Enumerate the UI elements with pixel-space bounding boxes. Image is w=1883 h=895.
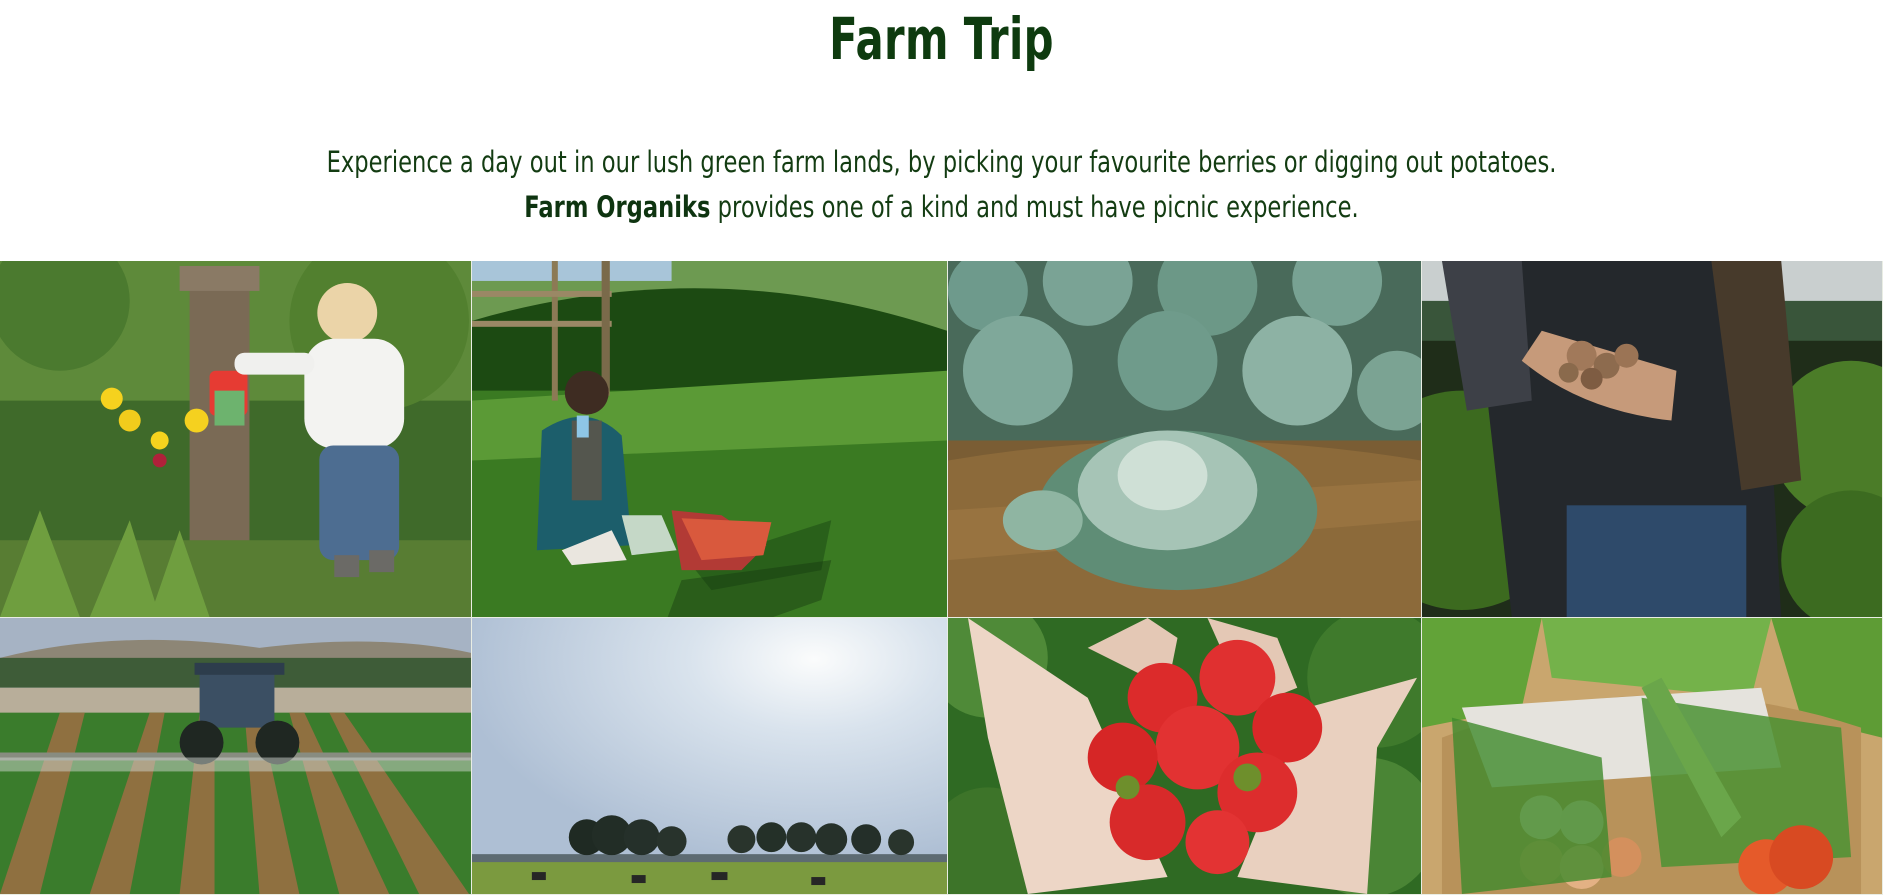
gallery-photo-cabbage-field xyxy=(948,261,1422,618)
intro-text: Experience a day out in our lush green f… xyxy=(207,140,1676,230)
gallery-photo-picnic xyxy=(472,261,948,618)
gallery-photo-basket xyxy=(1422,618,1883,895)
page-title: Farm Trip xyxy=(829,5,1054,73)
gallery-photo-strawberries xyxy=(948,618,1422,895)
gallery-photo-field-trees xyxy=(472,618,948,895)
intro-line-2-text: provides one of a kind and must have pic… xyxy=(710,190,1359,224)
farm-trip-header: Farm Trip Experience a day out in our lu… xyxy=(0,0,1883,262)
gallery-photo-potatoes xyxy=(1422,261,1883,618)
brand-name: Farm Organiks xyxy=(524,190,711,224)
gallery-photo-tractor xyxy=(0,618,472,895)
photo-gallery xyxy=(0,261,1883,895)
farm-trip-page: Farm Trip Experience a day out in our lu… xyxy=(0,0,1883,895)
intro-line-2: Farm Organiks provides one of a kind and… xyxy=(207,185,1676,230)
intro-line-1: Experience a day out in our lush green f… xyxy=(326,145,1557,179)
gallery-photo-child-watering xyxy=(0,261,472,618)
